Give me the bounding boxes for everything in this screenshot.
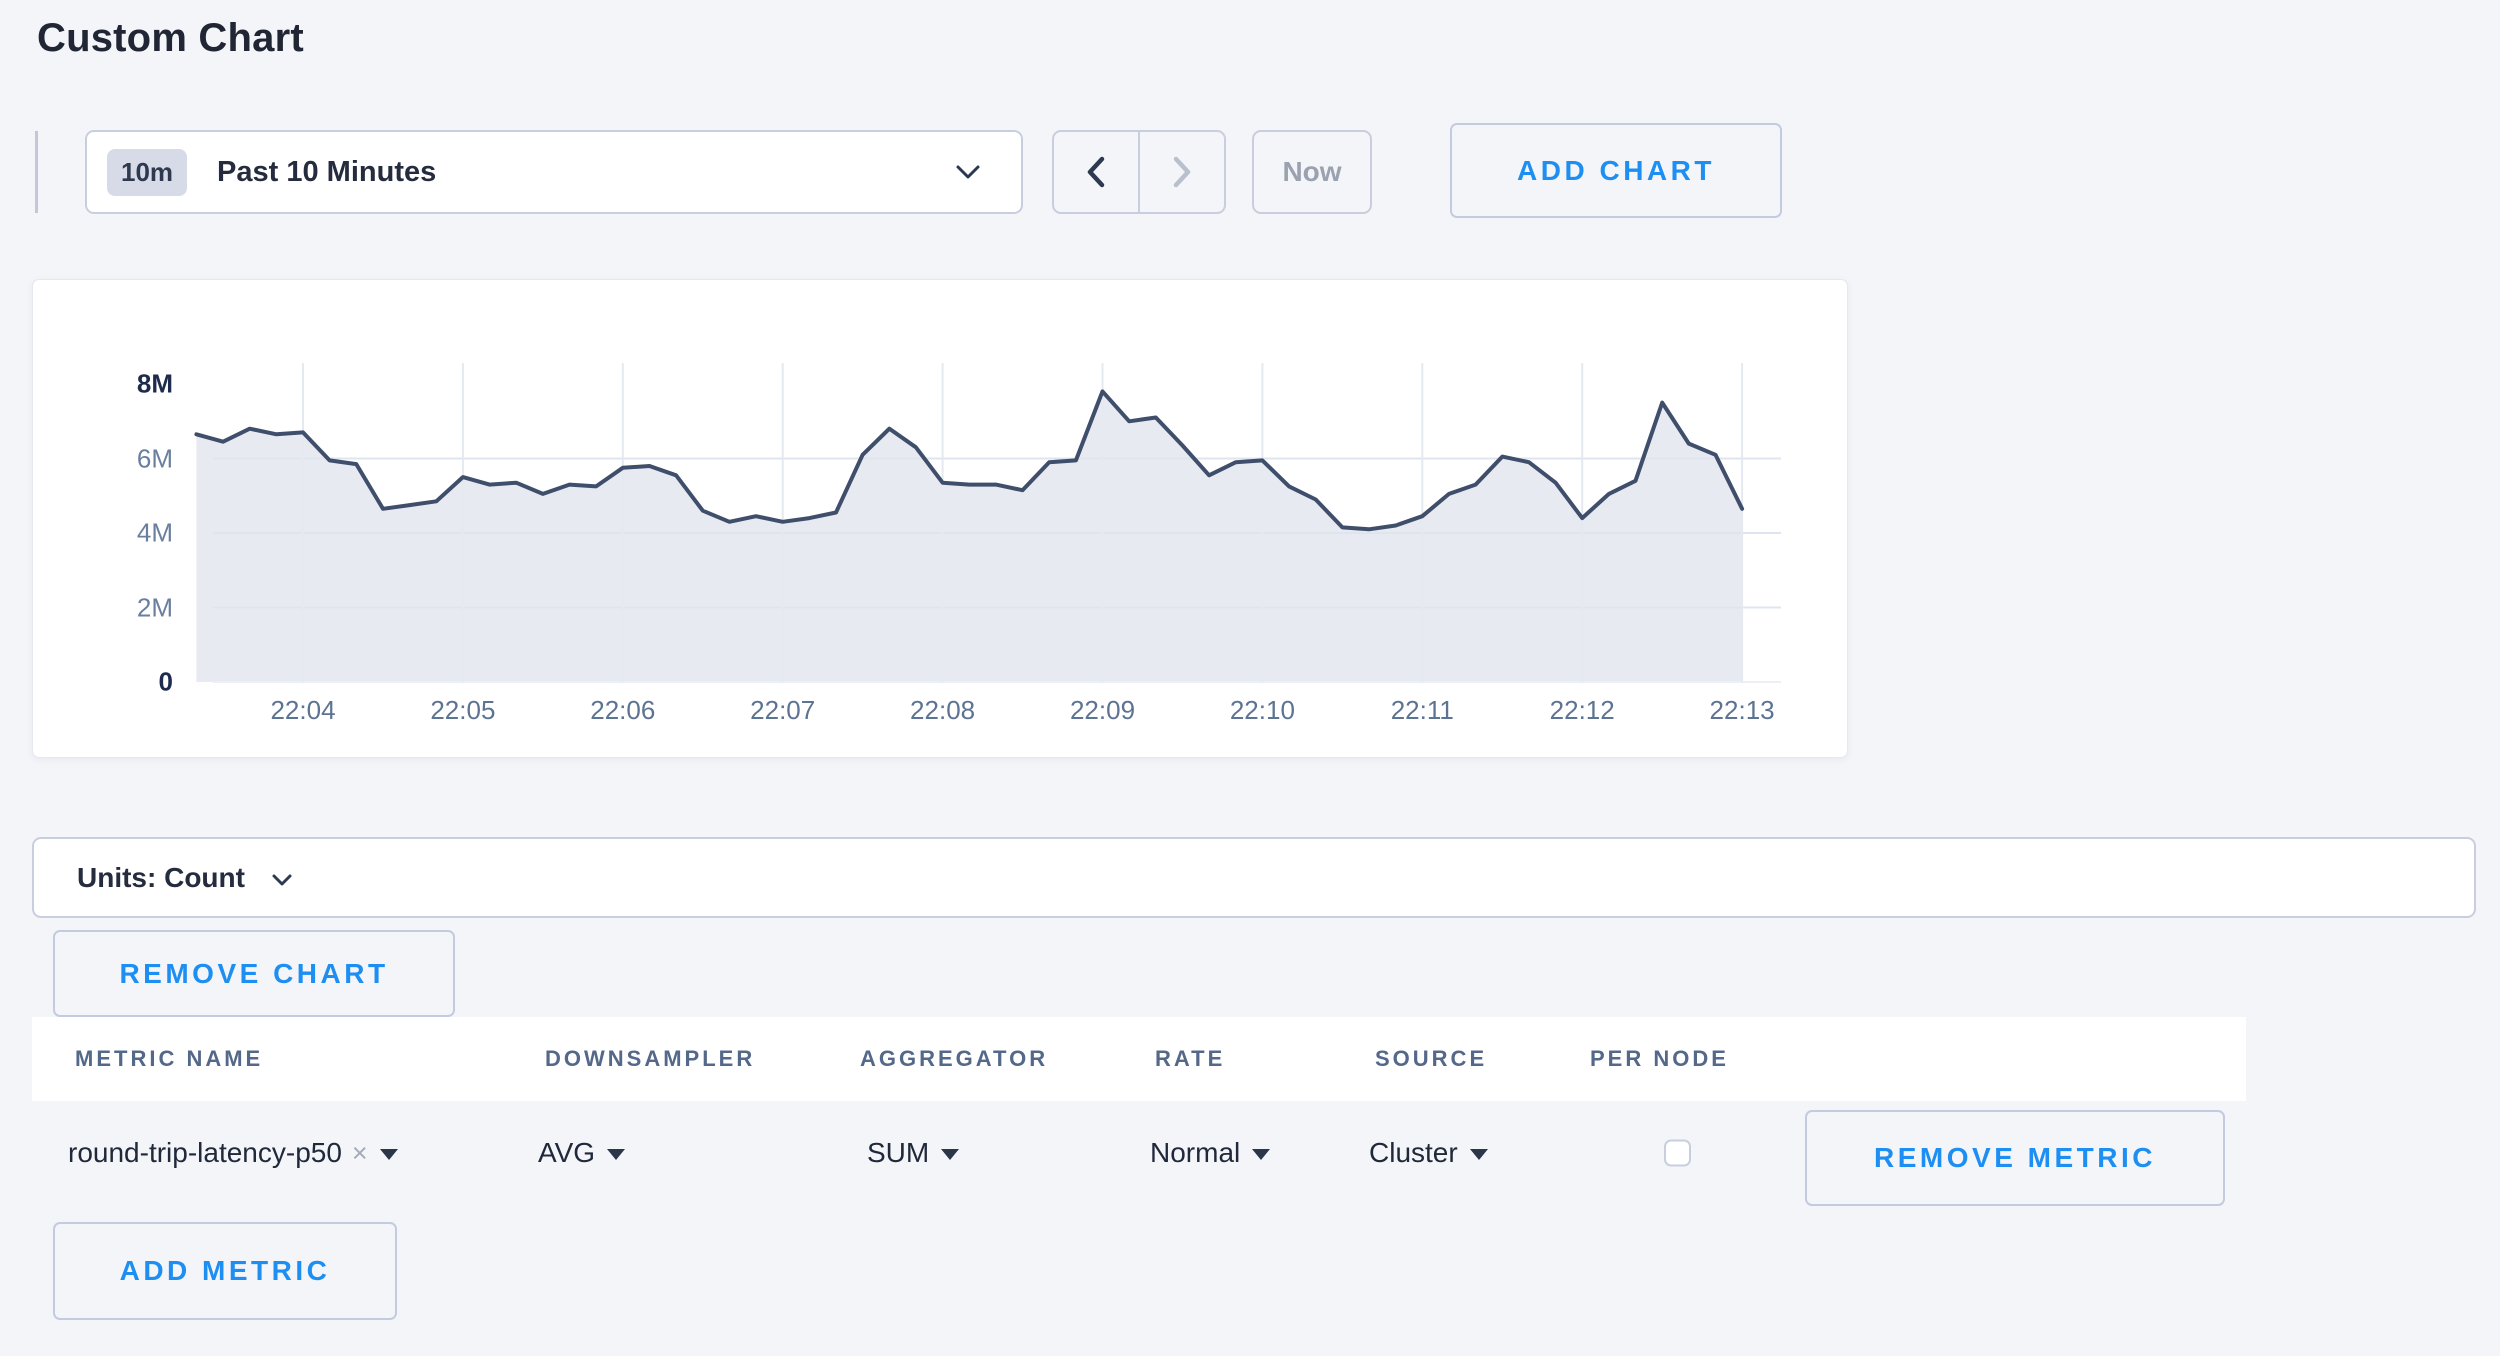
metrics-table-header: METRIC NAME DOWNSAMPLER AGGREGATOR RATE … (32, 1017, 2246, 1101)
x-axis-label: 22:11 (1391, 695, 1454, 726)
downsampler-select[interactable]: AVG (538, 1137, 625, 1169)
dropdown-caret-icon (380, 1149, 398, 1160)
time-pager (1052, 130, 1226, 214)
next-timespan-button[interactable] (1140, 132, 1224, 212)
x-axis-label: 22:09 (1070, 695, 1135, 726)
remove-chart-label: REMOVE CHART (119, 958, 388, 990)
aggregator-value: SUM (867, 1137, 929, 1169)
downsampler-value: AVG (538, 1137, 595, 1169)
units-select[interactable]: Units: Count (32, 837, 2476, 918)
timeseries-chart (33, 280, 1849, 759)
x-axis-label: 22:12 (1550, 695, 1615, 726)
remove-metric-button[interactable]: REMOVE METRIC (1805, 1110, 2225, 1206)
add-chart-label: ADD CHART (1517, 155, 1715, 187)
x-axis-label: 22:07 (750, 695, 815, 726)
column-header-metric-name: METRIC NAME (75, 1046, 263, 1072)
x-axis-label: 22:06 (590, 695, 655, 726)
chart-card: 0 2M 4M 6M 8M 22:04 22:05 22:06 22:07 22:08 22:09 2… (32, 279, 1848, 758)
x-axis-label: 22:04 (270, 695, 335, 726)
now-button-label: Now (1282, 156, 1341, 188)
add-metric-button[interactable]: ADD METRIC (53, 1222, 397, 1320)
time-range-badge: 10m (107, 149, 187, 196)
y-axis-label: 0 (53, 667, 173, 698)
time-range-label: Past 10 Minutes (217, 156, 436, 189)
x-axis-label: 22:10 (1230, 695, 1295, 726)
dropdown-caret-icon (607, 1149, 625, 1160)
dropdown-caret-icon (1252, 1149, 1270, 1160)
add-metric-label: ADD METRIC (120, 1255, 331, 1287)
column-header-per-node: PER NODE (1590, 1046, 1729, 1072)
remove-metric-label: REMOVE METRIC (1874, 1142, 2156, 1174)
column-header-rate: RATE (1155, 1046, 1225, 1072)
x-axis-label: 22:05 (430, 695, 495, 726)
y-axis-label: 6M (53, 443, 173, 474)
y-axis-label: 2M (53, 592, 173, 623)
prev-timespan-button[interactable] (1054, 132, 1140, 212)
column-header-aggregator: AGGREGATOR (860, 1046, 1048, 1072)
x-axis-label: 22:13 (1710, 695, 1775, 726)
metric-name-select[interactable]: round-trip-latency-p50 × (68, 1137, 398, 1169)
aggregator-select[interactable]: SUM (867, 1137, 959, 1169)
dropdown-caret-icon (1470, 1149, 1488, 1160)
time-range-select[interactable]: 10m Past 10 Minutes (85, 130, 1023, 214)
chevron-left-icon (1085, 156, 1107, 188)
rate-value: Normal (1150, 1137, 1240, 1169)
x-axis-label: 22:08 (910, 695, 975, 726)
now-button[interactable]: Now (1252, 130, 1372, 214)
toolbar-divider (35, 131, 38, 213)
dropdown-caret-icon (941, 1149, 959, 1160)
remove-chart-button[interactable]: REMOVE CHART (53, 930, 455, 1017)
per-node-checkbox[interactable] (1664, 1140, 1691, 1167)
column-header-source: SOURCE (1375, 1046, 1487, 1072)
metric-name-value: round-trip-latency-p50 (68, 1137, 342, 1169)
rate-select[interactable]: Normal (1150, 1137, 1270, 1169)
chevron-right-icon (1171, 156, 1193, 188)
custom-chart-page: { "page": { "title": "Custom Chart" }, "… (0, 0, 2500, 1356)
chevron-down-icon (271, 873, 293, 887)
source-select[interactable]: Cluster (1369, 1137, 1488, 1169)
y-axis-label: 8M (53, 369, 173, 400)
clear-metric-icon[interactable]: × (352, 1138, 368, 1169)
source-value: Cluster (1369, 1137, 1458, 1169)
column-header-downsampler: DOWNSAMPLER (545, 1046, 755, 1072)
units-select-label: Units: Count (77, 862, 245, 894)
page-title: Custom Chart (37, 16, 304, 61)
y-axis-label: 4M (53, 518, 173, 549)
add-chart-button[interactable]: ADD CHART (1450, 123, 1782, 218)
chevron-down-icon (955, 164, 981, 180)
